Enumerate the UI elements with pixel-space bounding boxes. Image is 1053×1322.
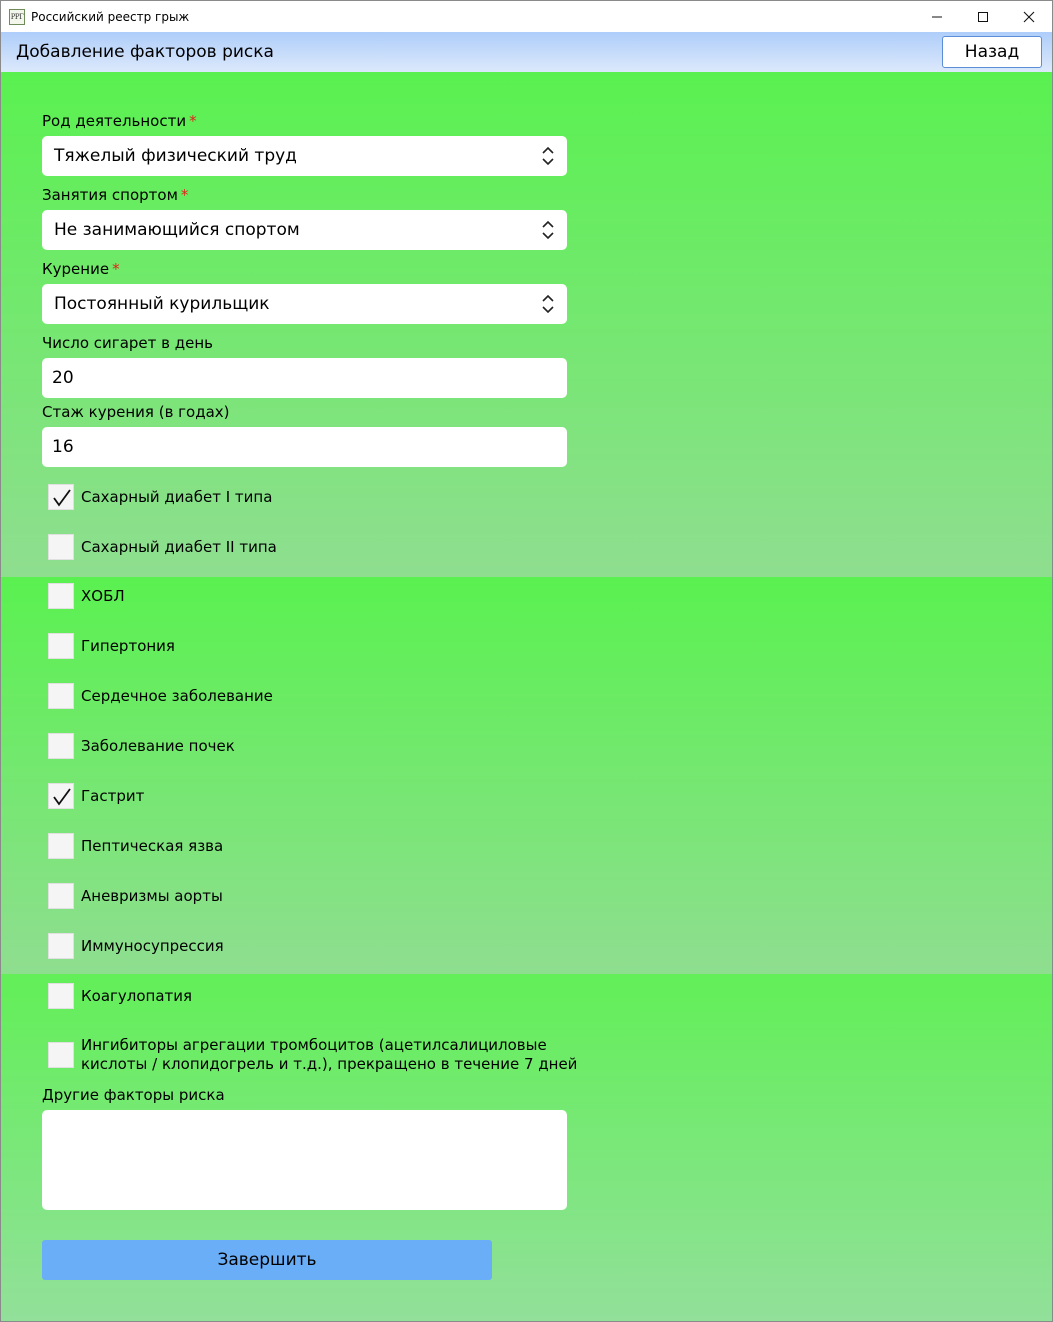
checkbox[interactable] bbox=[48, 583, 74, 609]
checkbox[interactable] bbox=[48, 783, 74, 809]
checkbox-label: Сердечное заболевание bbox=[81, 686, 273, 705]
checkbox-row[interactable]: Сахарный диабет I типа bbox=[48, 484, 272, 510]
checkbox[interactable] bbox=[48, 534, 74, 560]
checkbox-label: Сахарный диабет II типа bbox=[81, 537, 277, 556]
checkbox-label: Коагулопатия bbox=[81, 986, 193, 1005]
minimize-button[interactable] bbox=[914, 1, 960, 32]
smoking-label: Курение * bbox=[42, 260, 120, 278]
checkbox[interactable] bbox=[48, 484, 74, 510]
maximize-button[interactable] bbox=[960, 1, 1006, 32]
chevron-updown-icon bbox=[542, 146, 554, 166]
checkbox-row[interactable]: ХОБЛ bbox=[48, 583, 125, 609]
required-mark: * bbox=[180, 186, 189, 204]
occupation-value: Тяжелый физический труд bbox=[54, 146, 297, 166]
sport-value: Не занимающийся спортом bbox=[54, 220, 300, 240]
checkbox[interactable] bbox=[48, 633, 74, 659]
checkbox-row[interactable]: Иммуносупрессия bbox=[48, 933, 224, 959]
chevron-updown-icon bbox=[542, 220, 554, 240]
checkbox-row[interactable]: Аневризмы аорты bbox=[48, 883, 223, 909]
checkbox-label: Гастрит bbox=[81, 786, 145, 805]
minimize-icon bbox=[932, 16, 942, 17]
checkmark-icon bbox=[53, 788, 71, 806]
checkbox[interactable] bbox=[48, 933, 74, 959]
checkbox-label: Гипертония bbox=[81, 636, 175, 655]
smoking-select[interactable]: Постоянный курильщик bbox=[42, 284, 567, 324]
required-mark: * bbox=[112, 260, 120, 278]
checkbox-label: Иммуносупрессия bbox=[81, 936, 224, 955]
occupation-label: Род деятельности * bbox=[42, 112, 197, 130]
title-bar: РРГ Российский реестр грыж bbox=[1, 1, 1052, 32]
window-title: Российский реестр грыж bbox=[31, 9, 190, 24]
checkbox-label: Сахарный диабет I типа bbox=[81, 487, 273, 506]
app-window: РРГ Российский реестр грыж Добавление фа… bbox=[0, 0, 1053, 1322]
sport-label: Занятия спортом * bbox=[42, 186, 189, 204]
checkbox-label: Ингибиторы агрегации тромбоцитов (ацетил… bbox=[81, 1036, 577, 1074]
back-button[interactable]: Назад bbox=[942, 36, 1042, 68]
checkbox-label-line: Ингибиторы агрегации тромбоцитов (ацетил… bbox=[81, 1036, 547, 1054]
page-title: Добавление факторов риска bbox=[16, 42, 274, 62]
checkbox-label: Пептическая язва bbox=[81, 836, 224, 855]
sport-select[interactable]: Не занимающийся спортом bbox=[42, 210, 567, 250]
checkbox-row[interactable]: Пептическая язва bbox=[48, 833, 223, 859]
checkbox-row[interactable]: Сердечное заболевание bbox=[48, 683, 273, 709]
checkbox[interactable] bbox=[48, 833, 74, 859]
window-controls bbox=[914, 1, 1052, 32]
checkbox[interactable] bbox=[48, 983, 74, 1009]
checkbox-row[interactable]: Ингибиторы агрегации тромбоцитов (ацетил… bbox=[48, 1036, 577, 1074]
other-factors-label: Другие факторы риска bbox=[42, 1086, 225, 1104]
checkbox-label: Аневризмы аорты bbox=[81, 886, 223, 905]
checkbox-label-line: кислоты / клопидогрель и т.д.), прекраще… bbox=[81, 1055, 578, 1073]
other-factors-textarea[interactable] bbox=[42, 1110, 567, 1210]
maximize-icon bbox=[978, 11, 988, 22]
close-icon bbox=[1023, 11, 1035, 22]
checkbox-row[interactable]: Сахарный диабет II типа bbox=[48, 534, 277, 560]
checkbox[interactable] bbox=[48, 733, 74, 759]
checkmark-icon bbox=[53, 489, 71, 507]
finish-button[interactable]: Завершить bbox=[42, 1240, 492, 1280]
checkbox-row[interactable]: Гипертония bbox=[48, 633, 175, 659]
chevron-updown-icon bbox=[542, 294, 554, 314]
checkbox-row[interactable]: Заболевание почек bbox=[48, 733, 235, 759]
smoking-years-label: Стаж курения (в годах) bbox=[42, 403, 230, 421]
checkbox-row[interactable]: Коагулопатия bbox=[48, 983, 192, 1009]
form-area: Род деятельности * Тяжелый физический тру… bbox=[1, 72, 1052, 1321]
cigarettes-label: Число сигарет в день bbox=[42, 334, 213, 352]
checkbox-row[interactable]: Гастрит bbox=[48, 783, 144, 809]
checkbox-label: ХОБЛ bbox=[81, 586, 125, 605]
page-header: Добавление факторов риска Назад bbox=[1, 32, 1052, 72]
cigarettes-input[interactable]: 20 bbox=[42, 358, 567, 398]
checkbox[interactable] bbox=[48, 883, 74, 909]
checkbox[interactable] bbox=[48, 683, 74, 709]
required-mark: * bbox=[189, 112, 197, 130]
app-icon: РРГ bbox=[9, 8, 25, 25]
checkbox[interactable] bbox=[48, 1042, 74, 1068]
smoking-value: Постоянный курильщик bbox=[54, 294, 270, 314]
checkbox-label: Заболевание почек bbox=[81, 736, 235, 755]
close-button[interactable] bbox=[1006, 1, 1052, 32]
smoking-years-input[interactable]: 16 bbox=[42, 427, 567, 467]
occupation-select[interactable]: Тяжелый физический труд bbox=[42, 136, 567, 176]
